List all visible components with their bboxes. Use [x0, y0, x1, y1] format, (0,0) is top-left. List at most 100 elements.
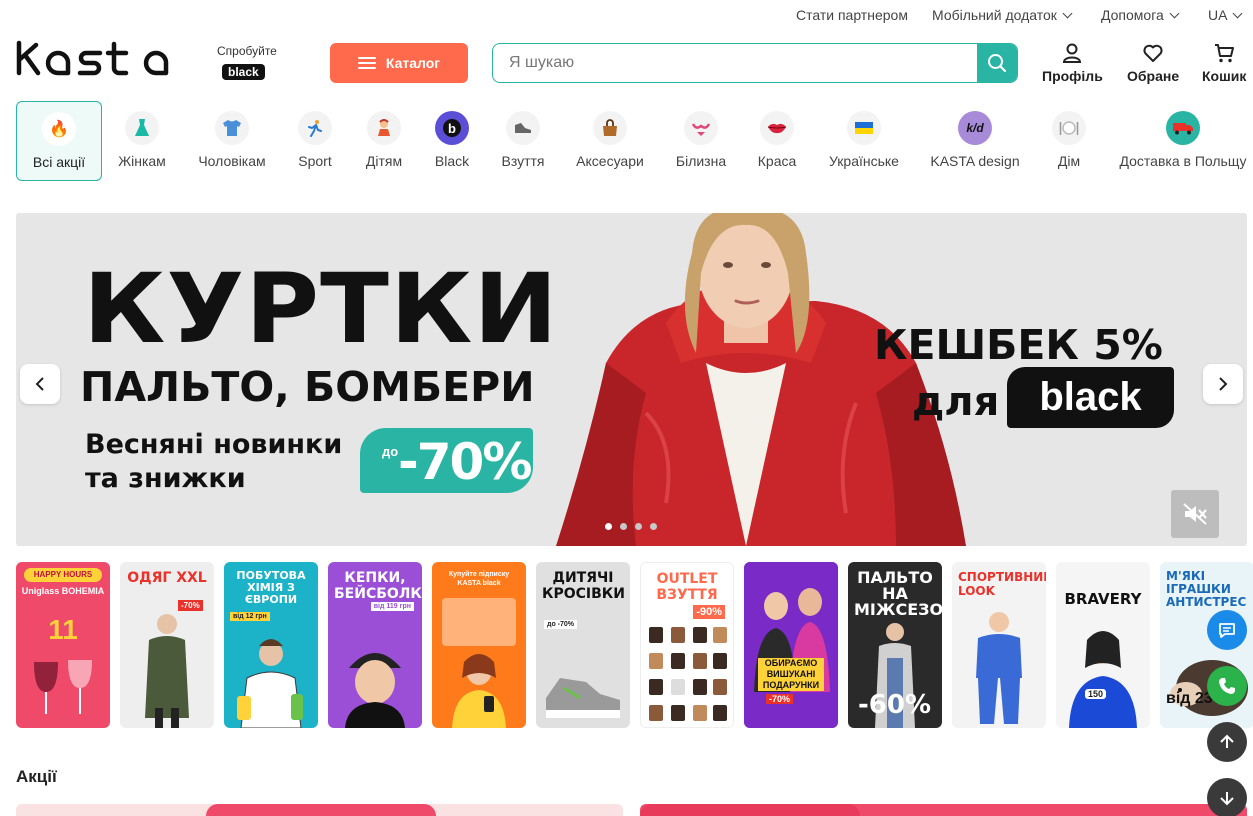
chevron-right-icon	[1219, 377, 1228, 391]
story-badge: 150	[1084, 688, 1108, 700]
story-title: КЕПКИ, БЕЙСБОЛКИ	[334, 570, 422, 602]
story-caps[interactable]: КЕПКИ, БЕЙСБОЛКИ від 119 грн	[328, 562, 422, 728]
story-badge: -90%	[693, 605, 725, 619]
shoe-icon	[506, 111, 540, 145]
story-title: HAPPY HOURS	[24, 568, 102, 582]
heart-icon	[1143, 44, 1163, 62]
story-gifts[interactable]: ОБИРАЄМО ВИШУКАНІ ПОДАРУНКИ -70%	[744, 562, 838, 728]
user-icon	[1063, 43, 1082, 63]
scroll-up-button[interactable]	[1207, 722, 1247, 762]
category-accessories[interactable]: Аксесуари	[576, 101, 644, 181]
story-discount: -60%	[858, 690, 932, 720]
chevron-down-icon	[1233, 8, 1243, 18]
story-title: OUTLET ВЗУТТЯ	[656, 571, 718, 603]
subscription-benefits-box	[442, 598, 516, 646]
category-kids[interactable]: Дітям	[365, 101, 403, 181]
story-badge: до -70%	[544, 620, 578, 629]
story-household-chemicals[interactable]: ПОБУТОВА ХІМІЯ З ЄВРОПИ від 12 грн	[224, 562, 318, 728]
dress-icon	[125, 111, 159, 145]
carousel-next-button[interactable]	[1203, 364, 1243, 404]
category-sport[interactable]: Sport	[298, 101, 332, 181]
carousel-dot[interactable]	[635, 523, 642, 530]
carousel-prev-button[interactable]	[20, 364, 60, 404]
search-button[interactable]	[977, 44, 1017, 82]
category-label: Black	[434, 153, 470, 169]
language-dropdown[interactable]: UA	[1208, 7, 1243, 23]
story-xxl-clothing[interactable]: ОДЯГ XXL -70%	[120, 562, 214, 728]
hero-for-label: для	[912, 379, 1000, 425]
category-home[interactable]: Дім	[1052, 101, 1086, 181]
story-title: СПОРТИВНИЙ LOOK	[958, 570, 1046, 598]
story-title: ПАЛЬТО НА МІЖСЕЗОН	[854, 568, 942, 619]
mobile-app-dropdown[interactable]: Мобільний додаток	[932, 7, 1073, 23]
story-happy-hours[interactable]: HAPPY HOURS Uniglass BOHEMIA 11	[16, 562, 110, 728]
category-label: Білизна	[675, 153, 727, 169]
story-sport-look[interactable]: СПОРТИВНИЙ LOOK	[952, 562, 1046, 728]
promo-card[interactable]	[16, 804, 623, 816]
chevron-left-icon	[35, 377, 44, 391]
carousel-dot[interactable]	[620, 523, 627, 530]
mobile-app-label: Мобільний додаток	[932, 7, 1057, 23]
search-input[interactable]	[493, 44, 973, 81]
language-label: UA	[1208, 7, 1228, 23]
story-title: ПОБУТОВА ХІМІЯ З ЄВРОПИ	[236, 569, 306, 606]
category-ukrainian[interactable]: Українське	[829, 101, 899, 181]
chat-icon	[1219, 623, 1235, 638]
story-title: ОБИРАЄМО ВИШУКАНІ ПОДАРУНКИ	[758, 658, 824, 691]
category-label: Жінкам	[118, 153, 166, 169]
category-lingerie[interactable]: Білизна	[676, 101, 726, 181]
category-men[interactable]: Чоловікам	[198, 101, 266, 181]
category-black[interactable]: b Black	[434, 101, 470, 181]
category-label: KASTA design	[930, 153, 1020, 169]
hero-banner[interactable]: КУРТКИ ПАЛЬТО, БОМБЕРИ Весняні новинки т…	[16, 213, 1247, 546]
search-bar	[492, 43, 1018, 83]
category-shoes[interactable]: Взуття	[500, 101, 546, 181]
category-women[interactable]: Жінкам	[118, 101, 166, 181]
story-black-subscription[interactable]: Купуйте підписку KASTA black	[432, 562, 526, 728]
category-all-promos[interactable]: 🔥 Всі акції	[16, 101, 102, 181]
story-kids-sneakers[interactable]: ДИТЯЧІ КРОСІВКИ до -70%	[536, 562, 630, 728]
cart-label: Кошик	[1202, 68, 1247, 84]
story-subtitle: Uniglass BOHEMIA	[21, 586, 105, 596]
hero-cashback-text: КЕШБЕК 5%	[874, 321, 1163, 369]
call-button[interactable]	[1207, 666, 1247, 706]
partner-link[interactable]: Стати партнером	[796, 7, 908, 23]
story-badge: від 119 грн	[370, 602, 414, 611]
carousel-dot[interactable]	[605, 523, 612, 530]
help-label: Допомога	[1101, 7, 1164, 23]
chevron-down-icon	[1062, 8, 1073, 18]
story-bravery[interactable]: BRAVERY 150	[1056, 562, 1150, 728]
chat-button[interactable]	[1207, 610, 1247, 650]
promos-section-title: Акції	[16, 767, 57, 786]
ukraine-flag-icon	[847, 111, 881, 145]
help-dropdown[interactable]: Допомога	[1101, 7, 1180, 23]
top-utility-bar: Стати партнером Мобільний додаток Допомо…	[0, 0, 1253, 30]
profile-button[interactable]: Профіль	[1042, 42, 1103, 84]
favorites-button[interactable]: Обране	[1127, 42, 1179, 84]
category-kasta-design[interactable]: k/d KASTA design	[930, 101, 1020, 181]
fire-icon: 🔥	[42, 112, 76, 146]
cart-icon	[1215, 44, 1235, 63]
category-label: Доставка в Польщу	[1119, 153, 1247, 169]
mute-button[interactable]	[1171, 490, 1219, 538]
category-beauty[interactable]: Краса	[758, 101, 796, 181]
catalog-button[interactable]: Каталог	[330, 43, 468, 83]
cart-button[interactable]: Кошик	[1202, 42, 1246, 84]
promo-card[interactable]	[640, 804, 1247, 816]
try-black-label: Спробуйте	[217, 44, 277, 58]
promo-card-image	[206, 804, 436, 816]
arrow-down-icon	[1220, 792, 1234, 806]
category-delivery-poland[interactable]: Доставка в Польщу	[1119, 101, 1247, 181]
story-title: ОДЯГ XXL	[127, 570, 207, 586]
story-outlet-shoes[interactable]: OUTLET ВЗУТТЯ -90%	[640, 562, 734, 728]
phone-icon	[1219, 678, 1235, 694]
scroll-down-button[interactable]	[1207, 778, 1247, 816]
story-title: ДИТЯЧІ КРОСІВКИ	[542, 570, 625, 602]
kasta-logo[interactable]	[16, 40, 194, 84]
model-coat-image	[145, 614, 189, 728]
speaker-muted-icon	[1183, 503, 1207, 525]
category-label: Аксесуари	[576, 153, 644, 169]
black-badge[interactable]: black	[222, 64, 265, 80]
story-coats[interactable]: ПАЛЬТО НА МІЖСЕЗОН -60%	[848, 562, 942, 728]
carousel-dot[interactable]	[650, 523, 657, 530]
